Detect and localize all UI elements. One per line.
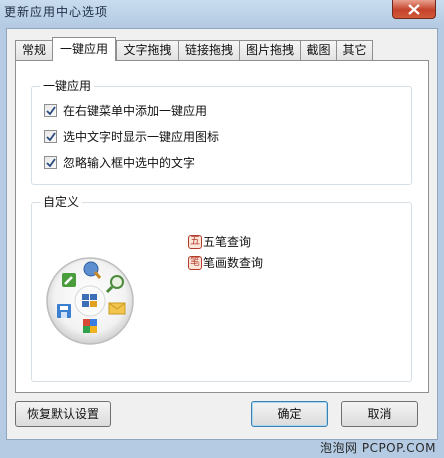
entry-stroke-lookup[interactable]: 笔 笔画数查询 <box>188 256 288 274</box>
option-label: 在右键菜单中添加一键应用 <box>63 104 208 118</box>
tab-general[interactable]: 常规 <box>15 40 53 60</box>
checkbox-show-icon[interactable] <box>44 130 57 143</box>
dialog-body: 常规 一键应用 文字拖拽 链接拖拽 图片拖拽 截图 其它 一键应用 在右键菜单中… <box>6 28 438 440</box>
checkbox-ignore-input[interactable] <box>44 156 57 169</box>
wubi-icon: 五 <box>188 235 202 249</box>
option-label: 忽略输入框中选中的文字 <box>63 156 196 170</box>
watermark: 泡泡网 PCPOP.COM <box>320 441 436 455</box>
window-title: 更新应用中心选项 <box>4 5 109 19</box>
tab-other[interactable]: 其它 <box>336 40 373 60</box>
mail-icon[interactable] <box>108 302 126 315</box>
tab-text-drag[interactable]: 文字拖拽 <box>116 40 179 60</box>
checkbox-context-menu[interactable] <box>44 104 57 117</box>
close-icon <box>408 4 420 15</box>
pencil-icon[interactable] <box>62 273 76 287</box>
restore-defaults-button[interactable]: 恢复默认设置 <box>15 401 111 427</box>
title-bar[interactable]: 更新应用中心选项 <box>0 0 444 28</box>
app-wheel[interactable] <box>45 256 135 346</box>
entry-label: 笔画数查询 <box>203 256 264 270</box>
checkmark-icon <box>46 158 56 168</box>
checkmark-icon <box>46 106 56 116</box>
group-title-custom: 自定义 <box>40 194 83 210</box>
options-dialog: 更新应用中心选项 常规 一键应用 文字拖拽 链接拖拽 图片拖拽 截图 其它 一键… <box>0 0 444 458</box>
google-icon[interactable] <box>83 319 97 333</box>
entry-label: 五笔查询 <box>203 235 252 249</box>
tab-link-drag[interactable]: 链接拖拽 <box>178 40 240 60</box>
option-label: 选中文字时显示一键应用图标 <box>63 130 220 144</box>
tab-screenshot[interactable]: 截图 <box>300 40 337 60</box>
stroke-icon: 笔 <box>188 256 202 270</box>
cancel-button[interactable]: 取消 <box>341 401 418 427</box>
tab-image-drag[interactable]: 图片拖拽 <box>239 40 301 60</box>
tab-one-key-apps[interactable]: 一键应用 <box>52 37 116 61</box>
entry-wubi-lookup[interactable]: 五 五笔查询 <box>188 235 288 253</box>
ok-button[interactable]: 确定 <box>251 401 328 427</box>
group-title-one-key: 一键应用 <box>40 78 95 94</box>
save-disk-icon[interactable] <box>57 304 71 318</box>
close-button[interactable] <box>392 0 436 19</box>
custom-group: 自定义 五 五笔查询 笔 笔画数查询 <box>31 194 412 382</box>
checkmark-icon <box>46 132 56 142</box>
tab-page-one-key-apps: 一键应用 在右键菜单中添加一键应用 选中文字时显示一键应用图标 忽略输入框中选中… <box>15 60 429 393</box>
one-key-apps-group: 一键应用 在右键菜单中添加一键应用 选中文字时显示一键应用图标 忽略输入框中选中… <box>31 78 412 185</box>
